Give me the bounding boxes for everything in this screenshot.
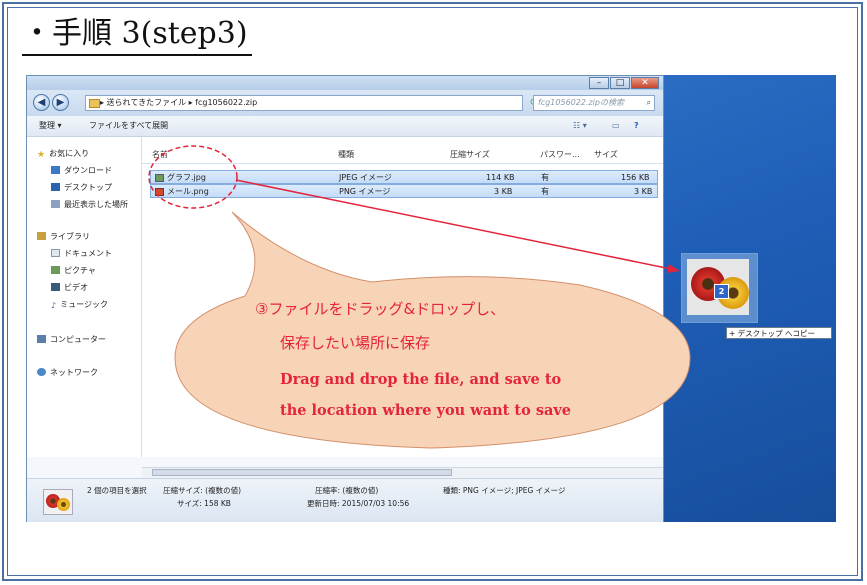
details-size: サイズ: 158 KB [177,499,231,508]
file-row[interactable]: メール.png PNG イメージ 3 KB 有 3 KB [150,184,658,198]
desktop-icon [51,183,60,191]
videos-icon [51,283,60,291]
title-bar[interactable]: – □ ✕ [27,76,663,90]
callout-jp-line2: 保存したい場所に保存 [280,334,431,352]
nav-desktop[interactable]: デスクトップ [51,181,112,195]
nav-libraries[interactable]: ライブラリ [37,230,90,244]
network-icon [37,368,46,376]
file-compressed: 114 KB [486,173,515,182]
computer-icon [37,335,46,343]
nav-videos[interactable]: ビデオ [51,281,88,295]
back-button[interactable]: ◀ [33,94,50,111]
address-path: ▸ 送られてきたファイル ▸ fcg1056022.zip [100,98,258,107]
file-type: PNG イメージ [339,187,391,196]
nav-recent[interactable]: 最近表示した場所 [51,198,128,212]
star-icon: ★ [37,150,46,160]
file-type: JPEG イメージ [339,173,392,182]
nav-computer[interactable]: コンピューター [37,333,106,347]
address-bar-area: ◀ ▶ ▸ 送られてきたファイル ▸ fcg1056022.zip ⟳ fcg1… [27,90,663,116]
minimize-button[interactable]: – [589,77,609,89]
navigation-pane: ★ お気に入り ダウンロード デスクトップ 最近表示した場所 ライブラリ ドキュメ… [27,137,142,457]
command-bar: 整理 ▾ ファイルをすべて展開 ☷ ▾ ▭ ? [27,116,663,137]
search-icon[interactable]: ⌕ [647,96,651,110]
preview-pane-icon[interactable]: ▭ [612,116,620,136]
step-heading: ・手順 3(step3) [22,14,252,56]
music-icon: ♪ [51,301,57,310]
jpeg-file-icon [155,174,164,182]
horizontal-scrollbar[interactable] [142,467,663,478]
column-type[interactable]: 種類 [338,149,354,160]
nav-documents[interactable]: ドキュメント [51,247,112,261]
file-compressed: 3 KB [494,187,513,196]
details-compressed-size: 圧縮サイズ: (複数の値) [163,486,242,495]
file-size: 156 KB [621,173,650,182]
nav-downloads[interactable]: ダウンロード [51,164,112,178]
scrollbar-thumb[interactable] [152,469,452,476]
file-row[interactable]: グラフ.jpg JPEG イメージ 114 KB 有 156 KB [150,170,658,184]
documents-icon [51,249,60,257]
nav-network[interactable]: ネットワーク [37,366,98,380]
details-ratio: 圧縮率: (複数の値) [315,486,379,495]
header-divider [142,163,663,164]
file-name: グラフ.jpg [167,173,206,182]
pictures-icon [51,266,60,274]
details-kind: 種類: PNG イメージ; JPEG イメージ [443,486,566,495]
organize-button[interactable]: 整理 ▾ [39,116,62,136]
nav-pictures[interactable]: ピクチャ [51,264,96,278]
search-placeholder: fcg1056022.zipの検索 [538,98,624,107]
selection-count: 2 個の項目を選択 [87,486,147,495]
file-password: 有 [541,187,549,196]
column-size[interactable]: サイズ [594,149,618,160]
view-options-icon[interactable]: ☷ ▾ [573,116,587,136]
callout-en-line1: Drag and drop the file, and save to [280,371,562,388]
folder-icon [89,99,100,108]
callout-jp-line1: ③ファイルをドラッグ&ドロップし、 [255,300,506,318]
column-name[interactable]: 名前 [152,149,168,160]
file-name: メール.png [167,187,209,196]
maximize-button[interactable]: □ [610,77,630,89]
png-file-icon [155,188,164,196]
library-icon [37,232,46,240]
downloads-icon [51,166,60,174]
callout-en-line2: the location where you want to save [280,402,572,419]
column-password[interactable]: パスワー... [540,149,580,160]
close-button[interactable]: ✕ [631,77,659,89]
address-field[interactable]: ▸ 送られてきたファイル ▸ fcg1056022.zip [85,95,523,111]
nav-favorites[interactable]: ★ お気に入り [37,147,89,161]
copy-to-desktop-tooltip: + デスクトップ へコピー [726,327,832,339]
details-pane: 2 個の項目を選択 圧縮サイズ: (複数の値) サイズ: 158 KB 圧縮率:… [27,478,663,522]
recent-places-icon [51,200,60,208]
file-password: 有 [541,173,549,182]
selection-thumbnail [43,489,73,515]
nav-music[interactable]: ♪ ミュージック [51,298,108,312]
details-modified: 更新日時: 2015/07/03 10:56 [307,499,410,508]
drag-count-badge: 2 [714,284,729,299]
column-compressed-size[interactable]: 圧縮サイズ [450,149,490,160]
extract-all-button[interactable]: ファイルをすべて展開 [89,116,168,136]
forward-button[interactable]: ▶ [52,94,69,111]
search-input[interactable]: fcg1056022.zipの検索 ⌕ [533,95,655,111]
file-size: 3 KB [634,187,653,196]
help-icon[interactable]: ? [634,116,639,136]
